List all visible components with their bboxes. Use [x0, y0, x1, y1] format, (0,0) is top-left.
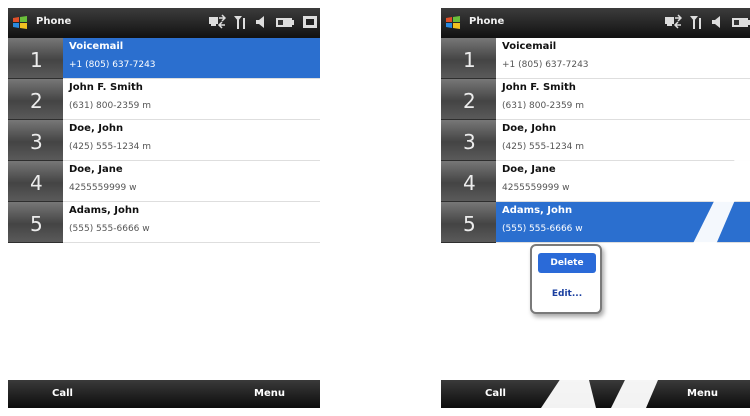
- contact-number: (555) 555-6666 w: [69, 224, 150, 234]
- speed-dial-list: 1 Voicemail +1 (805) 637-7243 2 John F. …: [441, 38, 750, 243]
- signal-icon[interactable]: [233, 14, 247, 30]
- speed-dial-number: 4: [30, 171, 43, 195]
- connectivity-icon[interactable]: [208, 14, 227, 30]
- phone-screen-right: Phone 1 Voicemail +1 (805) 637-7243 2 Jo…: [441, 8, 750, 408]
- contact-name: Adams, John: [69, 205, 140, 216]
- call-softkey[interactable]: Call: [485, 388, 506, 399]
- list-item[interactable]: 5 Adams, John (555) 555-6666 w: [441, 202, 750, 243]
- contact-name: John F. Smith: [502, 82, 576, 93]
- close-icon[interactable]: [302, 14, 318, 30]
- speed-dial-tab: 2: [441, 79, 496, 120]
- contact-number: +1 (805) 637-7243: [502, 60, 589, 70]
- menu-softkey[interactable]: Menu: [254, 388, 285, 399]
- speed-dial-tab: 5: [441, 202, 496, 243]
- app-title: Phone: [469, 16, 505, 27]
- contact-name: John F. Smith: [69, 82, 143, 93]
- speed-dial-number: 3: [463, 130, 476, 154]
- contact-number: 4255559999 w: [502, 183, 570, 193]
- speed-dial-number: 2: [30, 89, 43, 113]
- signal-icon[interactable]: [689, 14, 703, 30]
- contact-number: (555) 555-6666 w: [502, 224, 583, 234]
- speed-dial-number: 1: [463, 48, 476, 72]
- menu-item-delete[interactable]: Delete: [538, 253, 596, 273]
- speed-dial-number: 3: [30, 130, 43, 154]
- contact-name: Doe, John: [69, 123, 124, 134]
- speed-dial-number: 2: [463, 89, 476, 113]
- contact-name: Voicemail: [69, 41, 124, 52]
- speed-dial-tab: 4: [8, 161, 63, 202]
- list-item[interactable]: 3 Doe, John (425) 555-1234 m: [8, 120, 320, 161]
- contact-number: (425) 555-1234 m: [69, 142, 152, 152]
- speed-dial-tab: 4: [441, 161, 496, 202]
- list-item[interactable]: 1 Voicemail +1 (805) 637-7243: [441, 38, 750, 79]
- contact-name: Doe, Jane: [69, 164, 123, 175]
- windows-logo-icon[interactable]: [12, 15, 28, 29]
- windows-logo-icon[interactable]: [445, 15, 461, 29]
- menu-item-edit[interactable]: Edit...: [538, 284, 596, 304]
- contact-number: (631) 800-2359 m: [502, 101, 585, 111]
- list-item[interactable]: 1 Voicemail +1 (805) 637-7243: [8, 38, 320, 79]
- list-item[interactable]: 3 Doe, John (425) 555-1234 m: [441, 120, 750, 161]
- list-item[interactable]: 2 John F. Smith (631) 800-2359 m: [441, 79, 750, 120]
- speed-dial-number: 1: [30, 48, 43, 72]
- speed-dial-tab: 3: [8, 120, 63, 161]
- status-icons: [664, 14, 750, 30]
- contact-number: (631) 800-2359 m: [69, 101, 152, 111]
- speed-dial-number: 5: [30, 212, 43, 236]
- list-item[interactable]: 5 Adams, John (555) 555-6666 w: [8, 202, 320, 243]
- list-item[interactable]: 4 Doe, Jane 4255559999 w: [8, 161, 320, 202]
- softkey-bar: Call Menu: [441, 380, 750, 408]
- speed-dial-list: 1 Voicemail +1 (805) 637-7243 2 John F. …: [8, 38, 320, 243]
- connectivity-icon[interactable]: [664, 14, 683, 30]
- speed-dial-tab: 2: [8, 79, 63, 120]
- status-icons: [208, 14, 318, 30]
- speed-dial-number: 5: [463, 212, 476, 236]
- speed-dial-tab: 3: [441, 120, 496, 161]
- call-softkey[interactable]: Call: [52, 388, 73, 399]
- title-bar: Phone: [441, 8, 750, 38]
- volume-icon[interactable]: [710, 14, 724, 30]
- list-item[interactable]: 2 John F. Smith (631) 800-2359 m: [8, 79, 320, 120]
- speed-dial-tab: 1: [8, 38, 63, 79]
- contact-name: Voicemail: [502, 41, 557, 52]
- speed-dial-tab: 5: [8, 202, 63, 243]
- context-menu: Delete Edit...: [530, 244, 602, 314]
- title-bar: Phone: [8, 8, 320, 38]
- battery-icon[interactable]: [731, 14, 750, 30]
- speed-dial-number: 4: [463, 171, 476, 195]
- speed-dial-tab: 1: [441, 38, 496, 79]
- app-title: Phone: [36, 16, 72, 27]
- list-item[interactable]: 4 Doe, Jane 4255559999 w: [441, 161, 750, 202]
- battery-icon[interactable]: [275, 14, 295, 30]
- contact-number: +1 (805) 637-7243: [69, 60, 156, 70]
- volume-icon[interactable]: [254, 14, 268, 30]
- softkey-bar: Call Menu: [8, 380, 320, 408]
- contact-name: Doe, Jane: [502, 164, 556, 175]
- contact-name: Adams, John: [502, 205, 573, 216]
- contact-number: (425) 555-1234 m: [502, 142, 585, 152]
- menu-softkey[interactable]: Menu: [687, 388, 718, 399]
- contact-name: Doe, John: [502, 123, 557, 134]
- contact-number: 4255559999 w: [69, 183, 137, 193]
- phone-screen-left: Phone 1 Voicemail +1 (805) 637-7243 2 Jo…: [8, 8, 320, 408]
